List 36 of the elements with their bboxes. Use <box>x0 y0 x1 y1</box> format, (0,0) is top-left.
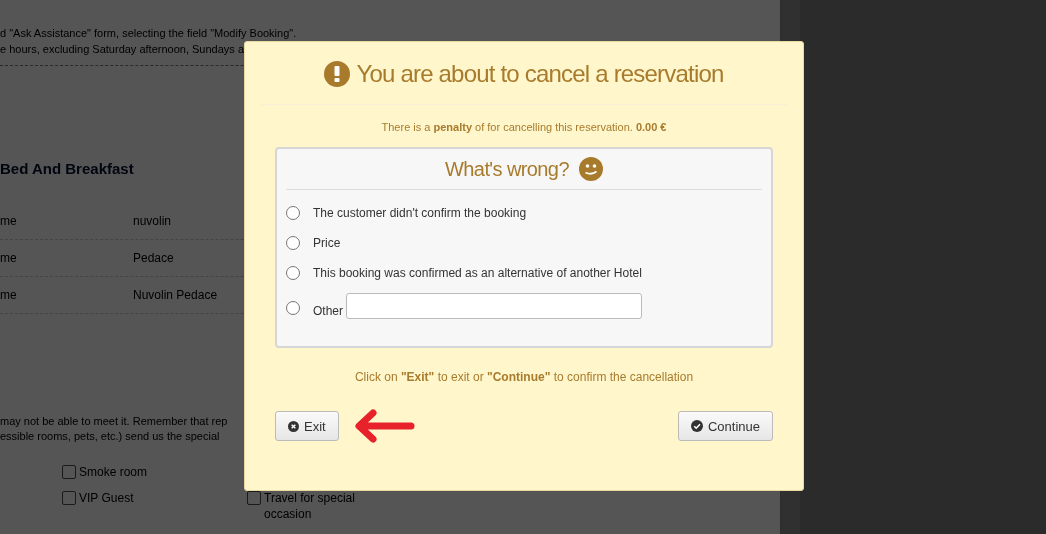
penalty-text: There is a penalty of for cancelling this reservation. 0.00 € <box>380 121 668 133</box>
close-icon <box>288 420 299 432</box>
smiley-icon <box>578 157 603 181</box>
checkbox-label: Smoke room <box>79 464 149 480</box>
radio-button[interactable] <box>286 301 300 315</box>
detail-label: me <box>0 214 17 228</box>
exit-button[interactable]: Exit <box>275 411 339 441</box>
notice-text: d "Ask Assistance" form, selecting the field "Modify Booking". <box>0 26 297 41</box>
arrow-icon <box>352 408 415 444</box>
checkbox-label: VIP Guest <box>79 490 135 506</box>
reason-label: Price <box>313 236 341 250</box>
detail-label: me <box>0 288 17 302</box>
requests-text: may not be able to meet it. Remember that rep <box>0 414 228 429</box>
continue-button[interactable]: Continue <box>677 411 773 441</box>
detail-value: Pedace <box>133 251 174 265</box>
exclamation-icon <box>324 61 351 87</box>
detail-value: Nuvolin Pedace <box>133 288 218 302</box>
detail-value: nuvolin <box>133 214 172 228</box>
radio-button[interactable] <box>286 206 300 220</box>
check-icon <box>690 420 703 432</box>
reason-label: The customer didn't confirm the booking <box>313 206 527 220</box>
radio-button[interactable] <box>286 236 300 250</box>
checkbox[interactable] <box>62 465 76 479</box>
reason-label: This booking was confirmed as an alternative of another Hotel <box>313 266 642 280</box>
checkbox[interactable] <box>62 491 76 505</box>
notice-text: e hours, excluding Saturday afternoon, Sundays a <box>0 42 244 57</box>
dialog-title: You are about to cancel a reservation <box>356 60 724 88</box>
radio-button[interactable] <box>286 266 300 280</box>
instructions-text: Click on "Exit" to exit or "Continue" to confirm the cancellation <box>353 370 695 384</box>
detail-label: me <box>0 251 17 265</box>
requests-text: essible rooms, pets, etc.) send us the special <box>0 429 220 444</box>
checkbox-label: Travel for special occasion <box>264 490 356 522</box>
other-input-field[interactable] <box>346 293 642 319</box>
reason-label: Other <box>313 304 343 318</box>
reasons-title: What's wrong? <box>445 157 569 181</box>
section-heading: Bed And Breakfast <box>0 160 134 177</box>
